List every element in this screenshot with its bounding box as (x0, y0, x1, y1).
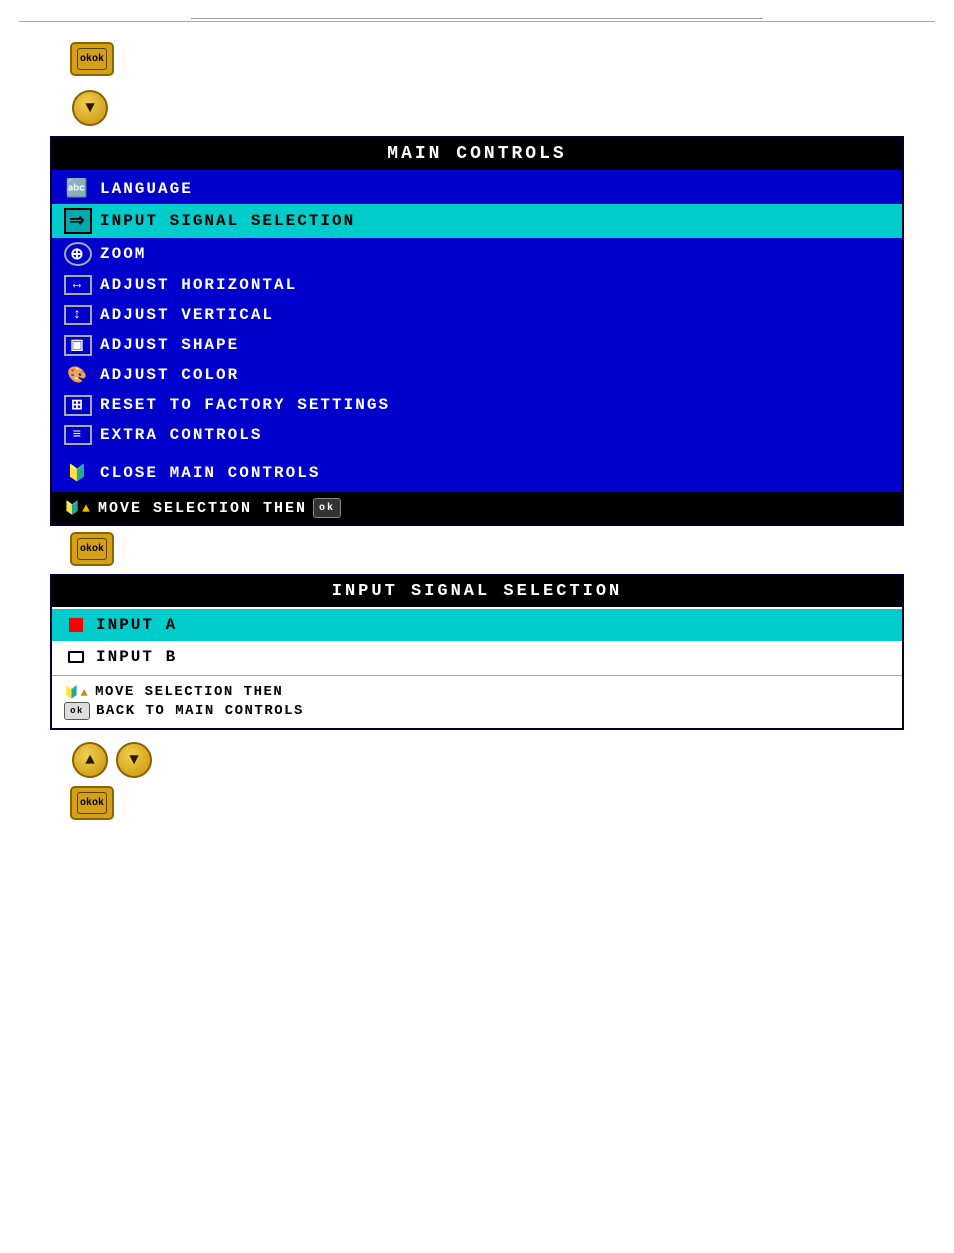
monitor-icon (68, 651, 84, 663)
shape-icon: ▣ (64, 335, 92, 356)
footer-nav-icons: 🔰▲ (64, 685, 89, 700)
menu-item-adjust-vertical[interactable]: ↕ ADJUST VERTICAL (52, 300, 902, 330)
input-a-item[interactable]: INPUT A (52, 609, 902, 641)
menu-item-adjust-vertical-label: ADJUST VERTICAL (100, 306, 274, 324)
footer-line2: BACK TO MAIN CONTROLS (96, 703, 304, 719)
red-square-icon (69, 618, 83, 632)
footer-row-2: ok BACK TO MAIN CONTROLS (64, 702, 890, 720)
menu-item-language-label: LANGUAGE (100, 180, 193, 198)
second-line (19, 21, 935, 22)
down-arrow-button-2[interactable]: ▼ (116, 742, 152, 778)
reset-icon: ⊞ (64, 395, 92, 416)
main-menu: MAIN CONTROLS 🔤 LANGUAGE ⇒ INPUT SIGNAL … (50, 136, 904, 526)
menu-item-input-signal[interactable]: ⇒ INPUT SIGNAL SELECTION (52, 204, 902, 238)
menu-item-close[interactable]: 🔰 CLOSE MAIN CONTROLS (52, 458, 902, 488)
menu-item-adjust-color[interactable]: 🎨 ADJUST COLOR (52, 360, 902, 390)
zoom-icon: ⊕ (64, 242, 92, 266)
menu-item-adjust-shape-label: ADJUST SHAPE (100, 336, 239, 354)
ok-button-2-btn[interactable]: ok (70, 532, 114, 566)
input-b-icon (64, 651, 88, 663)
input-signal-menu-title: INPUT SIGNAL SELECTION (52, 576, 902, 607)
main-menu-items: 🔤 LANGUAGE ⇒ INPUT SIGNAL SELECTION ⊕ ZO… (52, 170, 902, 492)
footer-ok-badge-2: ok (64, 702, 90, 720)
menu-item-zoom[interactable]: ⊕ ZOOM (52, 238, 902, 270)
close-icon: 🔰 (64, 463, 92, 483)
down-arrow-1[interactable]: ▼ (70, 88, 954, 128)
footer-row-1: 🔰▲ MOVE SELECTION THEN (64, 684, 890, 700)
top-line (191, 18, 763, 19)
color-icon: 🎨 (64, 365, 92, 385)
menu-item-extra[interactable]: ≡ EXTRA CONTROLS (52, 420, 902, 450)
main-menu-title: MAIN CONTROLS (52, 138, 902, 170)
menu-item-extra-label: EXTRA CONTROLS (100, 426, 262, 444)
menu-item-adjust-horizontal[interactable]: ↔ ADJUST HORIZONTAL (52, 270, 902, 300)
vertical-icon: ↕ (64, 305, 92, 325)
ok-button-3[interactable]: ok (70, 786, 954, 820)
menu-item-adjust-color-label: ADJUST COLOR (100, 366, 239, 384)
input-b-item[interactable]: INPUT B (52, 641, 902, 673)
menu-item-language[interactable]: 🔤 LANGUAGE (52, 174, 902, 204)
menu-item-adjust-horizontal-label: ADJUST HORIZONTAL (100, 276, 297, 294)
menu-item-reset-label: RESET TO FACTORY SETTINGS (100, 396, 390, 414)
ok-button-1[interactable]: ok (70, 42, 954, 76)
menu-item-close-label: CLOSE MAIN CONTROLS (100, 464, 320, 482)
input-a-label: INPUT A (96, 616, 177, 634)
arrows-row-bottom: ▲ ▼ (70, 740, 954, 780)
menu-item-zoom-label: ZOOM (100, 245, 146, 263)
main-menu-footer: 🔰▲ MOVE SELECTION THEN ok (52, 492, 902, 524)
input-signal-footer: 🔰▲ MOVE SELECTION THEN ok BACK TO MAIN C… (52, 675, 902, 728)
input-b-label: INPUT B (96, 648, 177, 666)
menu-item-input-signal-label: INPUT SIGNAL SELECTION (100, 212, 355, 230)
language-icon: 🔤 (64, 178, 92, 200)
ok-button-2[interactable]: ok (70, 532, 954, 566)
input-signal-icon: ⇒ (64, 208, 92, 234)
footer-line1: MOVE SELECTION THEN (95, 684, 283, 700)
input-signal-menu: INPUT SIGNAL SELECTION INPUT A INPUT B 🔰… (50, 574, 904, 730)
menu-item-reset[interactable]: ⊞ RESET TO FACTORY SETTINGS (52, 390, 902, 420)
footer-text: MOVE SELECTION THEN (98, 500, 307, 517)
horizontal-icon: ↔ (64, 275, 92, 295)
ok-button-3-btn[interactable]: ok (70, 786, 114, 820)
footer-ok-badge: ok (313, 498, 341, 518)
menu-item-adjust-shape[interactable]: ▣ ADJUST SHAPE (52, 330, 902, 360)
input-signal-menu-items: INPUT A INPUT B (52, 607, 902, 675)
down-arrow-button-1[interactable]: ▼ (72, 90, 108, 126)
nav-icons: 🔰▲ (64, 501, 92, 516)
input-a-icon (64, 618, 88, 632)
extra-icon: ≡ (64, 425, 92, 445)
up-arrow-button[interactable]: ▲ (72, 742, 108, 778)
